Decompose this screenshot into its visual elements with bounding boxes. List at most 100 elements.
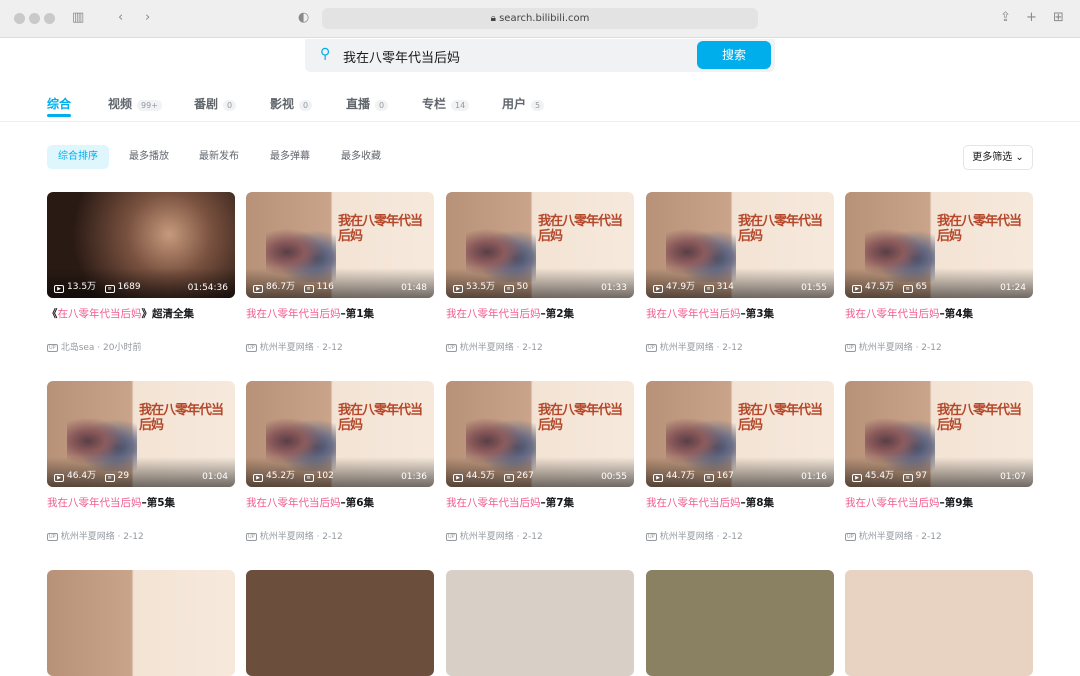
tab-5[interactable]: 专栏 14 (422, 95, 470, 112)
address-bar[interactable]: 🔒︎ search.bilibili.com (322, 8, 758, 29)
author-link[interactable]: 杭州半夏网络 (660, 343, 714, 353)
sort-option[interactable]: 最多播放 (118, 145, 180, 169)
play-count-icon: ▶ (253, 474, 263, 482)
publish-date: 2-12 (522, 343, 543, 353)
title-part: –第3集 (740, 308, 775, 320)
video-stats: ▶ 46.4万 ≡ 29 01:04 (54, 468, 228, 482)
title-part: –第1集 (340, 308, 375, 320)
view-count: 13.5万 (67, 282, 97, 292)
video-thumbnail[interactable]: 我在八零年代当后妈 ▶ 47.9万 ≡ 314 01:55 (646, 192, 834, 298)
url-text: search.bilibili.com (499, 13, 590, 24)
video-thumbnail[interactable] (646, 570, 834, 676)
forward-icon[interactable]: › (145, 10, 150, 25)
sort-option[interactable]: 最多收藏 (330, 145, 392, 169)
video-thumbnail[interactable] (47, 570, 235, 676)
tab-0[interactable]: 综合 (47, 95, 71, 112)
video-thumbnail[interactable]: 我在八零年代当后妈 ▶ 86.7万 ≡ 116 01:48 (246, 192, 434, 298)
video-title[interactable]: 我在八零年代当后妈–第5集 (47, 495, 235, 525)
video-card[interactable]: 我在八零年代当后妈 ▶ 45.2万 ≡ 102 01:36 我在八零年代当后妈–第6… (246, 381, 434, 542)
close-window-button[interactable] (14, 13, 25, 24)
tab-1[interactable]: 视频 99+ (108, 95, 162, 112)
video-thumbnail[interactable]: 我在八零年代当后妈 ▶ 53.5万 ≡ 50 01:33 (446, 192, 634, 298)
video-thumbnail[interactable]: 我在八零年代当后妈 ▶ 44.5万 ≡ 267 00:55 (446, 381, 634, 487)
video-thumbnail[interactable] (845, 570, 1033, 676)
video-thumbnail[interactable]: 我在八零年代当后妈 ▶ 45.2万 ≡ 102 01:36 (246, 381, 434, 487)
tab-2[interactable]: 番剧 0 (194, 95, 237, 112)
video-title[interactable]: 《在八零年代当后妈》超清全集 (47, 306, 235, 336)
tab-overview-icon[interactable]: ⊞ (1053, 10, 1064, 25)
search-button[interactable]: 搜索 (697, 41, 771, 69)
video-card[interactable]: 我在八零年代当后妈 ▶ 44.7万 ≡ 167 01:16 我在八零年代当后妈–第8… (646, 381, 834, 542)
author-link[interactable]: 杭州半夏网络 (859, 532, 913, 542)
video-thumbnail[interactable] (446, 570, 634, 676)
minimize-window-button[interactable] (29, 13, 40, 24)
author-link[interactable]: 杭州半夏网络 (260, 532, 314, 542)
view-count: 44.5万 (466, 471, 496, 481)
active-tab-indicator (47, 114, 71, 117)
danmaku-icon: ≡ (703, 285, 714, 293)
video-card[interactable]: 我在八零年代当后妈 ▶ 47.5万 ≡ 65 01:24 我在八零年代当后妈–第4集… (845, 192, 1033, 353)
back-icon[interactable]: ‹ (118, 10, 123, 25)
author-link[interactable]: 杭州半夏网络 (260, 343, 314, 353)
video-title[interactable]: 我在八零年代当后妈–第6集 (246, 495, 434, 525)
zoom-window-button[interactable] (44, 13, 55, 24)
poster-title: 我在八零年代当后妈 (937, 214, 1022, 244)
tab-4[interactable]: 直播 0 (346, 95, 389, 112)
video-card[interactable]: 我在八零年代当后妈 ▶ 53.5万 ≡ 50 01:33 我在八零年代当后妈–第2集… (446, 192, 634, 353)
video-thumbnail[interactable] (246, 570, 434, 676)
sort-option[interactable]: 最多弹幕 (259, 145, 321, 169)
video-card[interactable]: 我在八零年代当后妈 ▶ 86.7万 ≡ 116 01:48 我在八零年代当后妈–第1… (246, 192, 434, 353)
duration: 01:54:36 (187, 283, 228, 293)
lock-icon: 🔒︎ (490, 13, 500, 24)
new-tab-icon[interactable]: + (1026, 10, 1037, 25)
video-stats: ▶ 47.5万 ≡ 65 01:24 (852, 279, 1026, 293)
play-count-icon: ▶ (852, 474, 862, 482)
video-title[interactable]: 我在八零年代当后妈–第9集 (845, 495, 1033, 525)
author-link[interactable]: 杭州半夏网络 (61, 532, 115, 542)
sort-option[interactable]: 综合排序 (47, 145, 109, 169)
privacy-shield-icon[interactable]: ◐ (298, 10, 309, 25)
uploader-icon: UP (446, 533, 457, 541)
chevron-down-icon: ⌄ (1015, 152, 1024, 163)
video-thumbnail[interactable]: 我在八零年代当后妈 ▶ 44.7万 ≡ 167 01:16 (646, 381, 834, 487)
poster-title: 我在八零年代当后妈 (338, 214, 423, 244)
more-filters-button[interactable]: 更多筛选 ⌄ (963, 145, 1033, 170)
video-thumbnail[interactable]: ▶ 13.5万 ≡ 1689 01:54:36 (47, 192, 235, 298)
video-title[interactable]: 我在八零年代当后妈–第1集 (246, 306, 434, 336)
tab-3[interactable]: 影视 0 (270, 95, 313, 112)
video-card[interactable]: 我在八零年代当后妈 ▶ 45.4万 ≡ 97 01:07 我在八零年代当后妈–第9集… (845, 381, 1033, 542)
video-card[interactable]: ▶ 13.5万 ≡ 1689 01:54:36 《在八零年代当后妈》超清全集 UP 北… (47, 192, 235, 353)
video-title[interactable]: 我在八零年代当后妈–第4集 (845, 306, 1033, 336)
author-link[interactable]: 杭州半夏网络 (660, 532, 714, 542)
video-thumbnail[interactable]: 我在八零年代当后妈 ▶ 45.4万 ≡ 97 01:07 (845, 381, 1033, 487)
video-thumbnail[interactable]: 我在八零年代当后妈 ▶ 46.4万 ≡ 29 01:04 (47, 381, 235, 487)
publish-date: 2-12 (522, 532, 543, 542)
author-link[interactable]: 北岛sea (61, 343, 95, 353)
video-card[interactable]: 我在八零年代当后妈 ▶ 44.5万 ≡ 267 00:55 我在八零年代当后妈–第7… (446, 381, 634, 542)
tab-count: 5 (531, 100, 545, 111)
tab-6[interactable]: 用户 5 (502, 95, 545, 112)
sort-option[interactable]: 最新发布 (188, 145, 250, 169)
play-count-icon: ▶ (852, 285, 862, 293)
video-card[interactable]: 我在八零年代当后妈 ▶ 47.9万 ≡ 314 01:55 我在八零年代当后妈–第3… (646, 192, 834, 353)
author-link[interactable]: 杭州半夏网络 (859, 343, 913, 353)
sidebar-icon[interactable]: ▥ (72, 10, 84, 25)
publish-date: 2-12 (123, 532, 144, 542)
title-highlight: 在八零年代当后妈 (57, 308, 142, 320)
video-meta: UP 杭州半夏网络 · 2-12 (446, 343, 543, 353)
share-icon[interactable]: ⇪ (1000, 10, 1011, 25)
video-title[interactable]: 我在八零年代当后妈–第8集 (646, 495, 834, 525)
video-title[interactable]: 我在八零年代当后妈–第2集 (446, 306, 634, 336)
video-title[interactable]: 我在八零年代当后妈–第7集 (446, 495, 634, 525)
author-link[interactable]: 杭州半夏网络 (460, 343, 514, 353)
video-thumbnail[interactable]: 我在八零年代当后妈 ▶ 47.5万 ≡ 65 01:24 (845, 192, 1033, 298)
video-card[interactable]: 我在八零年代当后妈 ▶ 46.4万 ≡ 29 01:04 我在八零年代当后妈–第5集… (47, 381, 235, 542)
tab-label: 番剧 (194, 97, 219, 111)
tab-label: 直播 (346, 97, 371, 111)
video-title[interactable]: 我在八零年代当后妈–第3集 (646, 306, 834, 336)
author-link[interactable]: 杭州半夏网络 (460, 532, 514, 542)
danmaku-icon: ≡ (104, 474, 115, 482)
uploader-icon: UP (646, 344, 657, 352)
search-input[interactable]: 我在八零年代当后妈 (343, 47, 460, 66)
tab-count: 99+ (137, 100, 162, 111)
